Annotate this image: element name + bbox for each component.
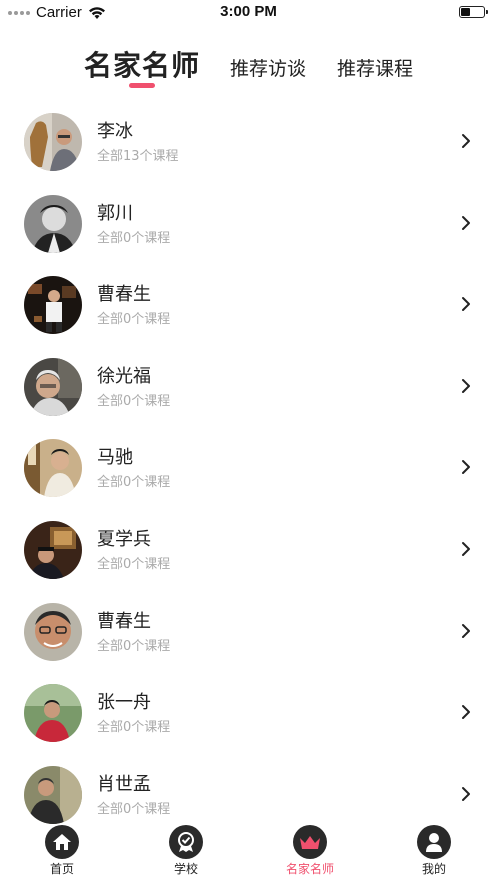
battery-icon: [459, 6, 488, 18]
course-count: 全部0个课程: [97, 230, 171, 246]
teacher-name: 夏学兵: [97, 528, 151, 550]
teacher-row[interactable]: 夏学兵 全部0个课程: [0, 512, 497, 594]
home-icon: [45, 825, 79, 859]
course-count: 全部0个课程: [97, 475, 171, 491]
crown-icon: [293, 825, 327, 859]
chevron-right-icon: [462, 541, 470, 556]
avatar: [24, 276, 82, 335]
nav-label: 我的: [421, 862, 446, 876]
avatar: [24, 765, 82, 824]
avatar: [24, 194, 82, 253]
teacher-name: 曹春生: [97, 284, 151, 306]
avatar: [24, 357, 82, 416]
teacher-row[interactable]: 曹春生 全部0个课程: [0, 594, 497, 676]
avatar: [24, 602, 82, 661]
chevron-right-icon: [462, 460, 470, 475]
chevron-right-icon: [462, 786, 470, 801]
school-badge-icon: [169, 825, 203, 859]
teacher-row[interactable]: 张一舟 全部0个课程: [0, 675, 497, 757]
nav-home[interactable]: 首页: [22, 825, 102, 877]
tab-famous-teachers[interactable]: 名家名师: [84, 44, 200, 84]
course-count: 全部0个课程: [97, 556, 171, 572]
teacher-name: 曹春生: [97, 610, 151, 632]
course-count: 全部0个课程: [97, 312, 171, 328]
nav-mine[interactable]: 我的: [394, 825, 474, 877]
teacher-name: 徐光福: [97, 365, 151, 387]
user-icon: [417, 825, 451, 859]
tab-recommended-courses[interactable]: 推荐课程: [337, 54, 413, 81]
chevron-right-icon: [462, 297, 470, 312]
nav-famous-teachers[interactable]: 名家名师: [270, 825, 350, 877]
teacher-name: 李冰: [97, 121, 133, 142]
chevron-right-icon: [462, 623, 470, 638]
teacher-name: 马驰: [97, 447, 133, 469]
nav-label: 首页: [49, 862, 74, 876]
course-count: 全部0个课程: [97, 720, 171, 736]
top-tabs: 名家名师 推荐访谈 推荐课程: [0, 38, 497, 94]
chevron-right-icon: [462, 134, 470, 148]
status-time: 3:00 PM: [220, 3, 277, 20]
teacher-row[interactable]: 郭川 全部0个课程: [0, 186, 497, 268]
teacher-row[interactable]: 曹春生 全部0个课程: [0, 267, 497, 349]
avatar: [24, 520, 82, 579]
teacher-row[interactable]: 马驰 全部0个课程: [0, 430, 497, 512]
course-count: 全部0个课程: [97, 393, 171, 409]
teacher-name: 张一舟: [97, 692, 151, 714]
course-count: 全部0个课程: [97, 638, 171, 654]
teacher-row[interactable]: 李冰 全部13个课程: [0, 104, 497, 186]
avatar: [24, 113, 82, 171]
nav-label: 学校: [173, 862, 198, 876]
teacher-list: 李冰 全部13个课程 郭川 全部0个课程 曹春生 全部0个课程 徐光福 全部0个…: [0, 104, 497, 838]
avatar: [24, 439, 82, 498]
nav-school[interactable]: 学校: [146, 825, 226, 877]
tab-recommended-interviews[interactable]: 推荐访谈: [230, 54, 306, 81]
teacher-name: 肖世孟: [97, 773, 151, 795]
course-count: 全部0个课程: [97, 801, 171, 817]
course-count: 全部13个课程: [97, 149, 179, 164]
bottom-nav: 首页 学校 名家名师 我的: [0, 825, 497, 883]
nav-label: 名家名师: [285, 862, 334, 876]
chevron-right-icon: [462, 378, 470, 393]
chevron-right-icon: [462, 215, 470, 230]
status-bar: Carrier 3:00 PM: [0, 0, 497, 24]
active-tab-indicator: [129, 83, 155, 88]
teacher-row[interactable]: 徐光福 全部0个课程: [0, 349, 497, 431]
avatar: [24, 684, 82, 743]
teacher-name: 郭川: [97, 202, 133, 224]
chevron-right-icon: [462, 705, 470, 720]
